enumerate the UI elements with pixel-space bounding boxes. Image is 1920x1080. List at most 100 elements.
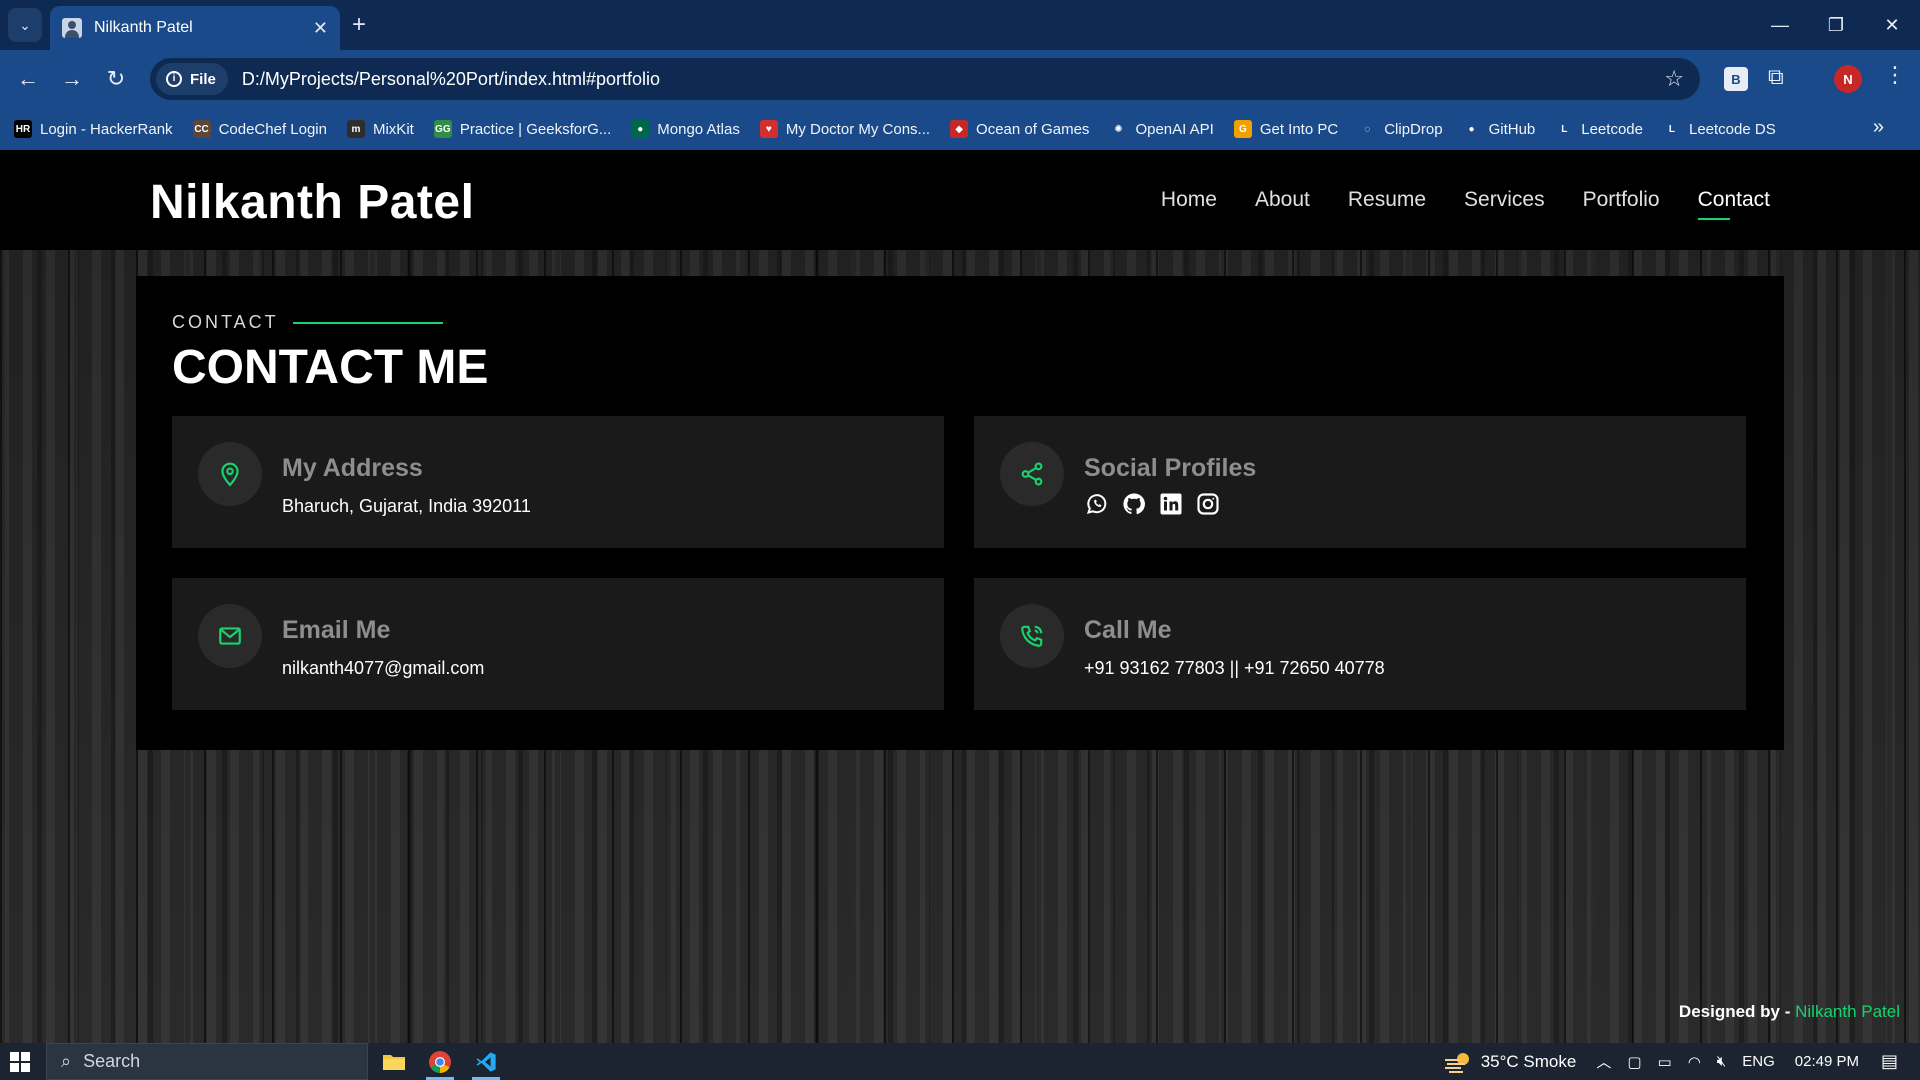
bookmark-favicon-icon: L <box>1662 120 1681 138</box>
clock[interactable]: 02:49 PM <box>1795 1053 1859 1070</box>
bookmark-item[interactable]: L Leetcode <box>1555 120 1643 138</box>
tab-search-button[interactable]: ⌄ <box>8 8 42 42</box>
address-title: My Address <box>282 454 423 482</box>
bookmarks-bar: HR Login - HackerRank CC CodeChef Login m Mix… <box>0 108 1920 150</box>
nav-contact[interactable]: Contact <box>1697 188 1770 220</box>
close-window-icon[interactable]: ✕ <box>1864 0 1920 50</box>
linkedin-icon[interactable] <box>1158 491 1183 516</box>
social-box: Social Profiles <box>974 416 1746 548</box>
window-controls: — ❐ ✕ <box>1752 0 1920 50</box>
bookmark-item[interactable]: ● Mongo Atlas <box>631 120 740 138</box>
browser-tabstrip: ⌄ Nilkanth Patel ✕ + — ❐ ✕ <box>0 0 1920 50</box>
map-pin-icon <box>198 442 262 506</box>
address-bar[interactable]: i File D:/MyProjects/Personal%20Port/ind… <box>150 58 1700 100</box>
nav-about[interactable]: About <box>1255 188 1310 218</box>
bookmark-favicon-icon: ✺ <box>1109 120 1128 138</box>
call-text: +91 93162 77803 || +91 72650 40778 <box>1084 658 1385 678</box>
profile-avatar[interactable]: N <box>1834 65 1862 93</box>
bookmark-favicon-icon: ● <box>1462 120 1481 138</box>
nav-resume[interactable]: Resume <box>1348 188 1426 218</box>
reload-icon[interactable]: ↻ <box>100 63 132 95</box>
bookmark-star-icon[interactable]: ☆ <box>1664 66 1684 92</box>
bookmark-label: Leetcode DS <box>1688 120 1776 138</box>
call-box: Call Me +91 93162 77803 || +91 72650 407… <box>974 578 1746 710</box>
bookmark-label: GitHub <box>1488 120 1536 138</box>
new-tab-button[interactable]: + <box>352 12 366 38</box>
browser-toolbar: ← → ↻ i File D:/MyProjects/Personal%20Po… <box>0 50 1920 108</box>
address-box: My Address Bharuch, Gujarat, India 39201… <box>172 416 944 548</box>
nav-home[interactable]: Home <box>1161 188 1217 218</box>
browser-menu-icon[interactable]: ⋮ <box>1884 62 1906 88</box>
bookmark-label: OpenAI API <box>1135 120 1214 138</box>
weather-widget[interactable]: 35°C Smoke <box>1443 1050 1576 1074</box>
chevron-up-icon[interactable]: ︿ <box>1596 1051 1611 1072</box>
wifi-icon[interactable]: ◠ <box>1688 1053 1701 1071</box>
language-indicator[interactable]: ENG <box>1742 1053 1775 1070</box>
call-title: Call Me <box>1084 616 1172 644</box>
chrome-icon[interactable] <box>418 1043 462 1080</box>
vscode-icon[interactable] <box>464 1043 508 1080</box>
footer-prefix: Designed by - <box>1678 1002 1796 1021</box>
bookmark-favicon-icon: ● <box>631 120 650 138</box>
nav-services[interactable]: Services <box>1464 188 1545 218</box>
bookmark-label: Ocean of Games <box>976 120 1090 138</box>
back-arrow-icon[interactable]: ← <box>12 63 44 95</box>
address-text: Bharuch, Gujarat, India 392011 <box>282 496 531 516</box>
browser-tab[interactable]: Nilkanth Patel ✕ <box>50 6 340 50</box>
email-title: Email Me <box>282 616 391 644</box>
haze-icon <box>1444 1052 1469 1073</box>
restore-icon[interactable]: ❐ <box>1808 0 1864 50</box>
bookmark-item[interactable]: L Leetcode DS <box>1662 120 1776 138</box>
site-info-chip[interactable]: i File <box>156 63 228 95</box>
bookmark-item[interactable]: ✺ OpenAI API <box>1109 120 1214 138</box>
email-text[interactable]: nilkanth4077@gmail.com <box>282 658 484 679</box>
bookmark-item[interactable]: GG Practice | GeeksforG... <box>433 120 612 138</box>
section-label-line <box>292 321 443 324</box>
bookmark-item[interactable]: G Get Into PC <box>1233 120 1339 138</box>
forward-arrow-icon[interactable]: → <box>56 63 88 95</box>
nav-portfolio[interactable]: Portfolio <box>1583 188 1660 218</box>
bookmark-item[interactable]: HR Login - HackerRank <box>14 120 173 138</box>
tab-close-icon[interactable]: ✕ <box>313 18 328 39</box>
github-icon[interactable] <box>1121 491 1146 516</box>
bookmark-label: Get Into PC <box>1259 120 1339 138</box>
contact-section: CONTACT CONTACT ME My Address Bharuch, G… <box>136 276 1784 750</box>
tab-favicon-icon <box>62 18 82 38</box>
windows-start-icon[interactable] <box>10 1052 30 1072</box>
tab-title: Nilkanth Patel <box>94 19 193 36</box>
windows-taskbar: ⌕ Search 35°C Smoke ︿ ▢ ▭ ◠ 🔇︎ ENG 02:49… <box>0 1043 1920 1080</box>
minimize-icon[interactable]: — <box>1752 0 1808 50</box>
notification-icon[interactable]: ▤ <box>1881 1051 1898 1072</box>
bookmark-item[interactable]: CC CodeChef Login <box>192 120 327 138</box>
bookmark-label: Mongo Atlas <box>657 120 740 138</box>
bookmark-item[interactable]: ◆ Ocean of Games <box>950 120 1089 138</box>
extension-b-icon[interactable]: B <box>1724 67 1748 91</box>
footer-author-link[interactable]: Nilkanth Patel <box>1795 1002 1900 1021</box>
bookmark-item[interactable]: m MixKit <box>346 120 414 138</box>
footer-credit: Designed by - Nilkanth Patel <box>1679 1002 1900 1022</box>
whatsapp-icon[interactable] <box>1084 491 1109 516</box>
extensions-puzzle-icon[interactable]: ⧉ <box>1768 64 1784 90</box>
bookmark-item[interactable]: ◌ ClipDrop <box>1358 120 1443 138</box>
info-icon: i <box>166 71 182 87</box>
bookmark-label: ClipDrop <box>1384 120 1443 138</box>
bookmark-label: Practice | GeeksforG... <box>459 120 612 138</box>
bookmark-item[interactable]: ♥ My Doctor My Cons... <box>759 120 931 138</box>
bookmark-favicon-icon: ◌ <box>1358 120 1377 138</box>
battery-icon[interactable]: ▭ <box>1658 1053 1672 1071</box>
bookmark-favicon-icon: L <box>1555 120 1574 138</box>
site-logo[interactable]: Nilkanth Patel <box>150 175 474 230</box>
bookmark-item[interactable]: ● GitHub <box>1462 120 1536 138</box>
instagram-icon[interactable] <box>1195 491 1220 516</box>
bookmark-favicon-icon: ◆ <box>950 120 969 138</box>
taskbar-search[interactable]: ⌕ Search <box>46 1043 368 1080</box>
speaker-muted-icon[interactable]: 🔇︎ <box>1717 1053 1726 1070</box>
bookmark-favicon-icon: HR <box>14 120 32 138</box>
url-text[interactable]: D:/MyProjects/Personal%20Port/index.html… <box>242 69 660 90</box>
file-explorer-icon[interactable] <box>372 1043 416 1080</box>
bookmarks-overflow-icon[interactable]: » <box>1873 116 1884 139</box>
bookmark-label: My Doctor My Cons... <box>785 120 931 138</box>
site-chip-label: File <box>190 70 216 88</box>
site-nav: Home About Resume Services Portfolio Con… <box>1161 188 1770 220</box>
device-icon[interactable]: ▢ <box>1627 1053 1641 1071</box>
